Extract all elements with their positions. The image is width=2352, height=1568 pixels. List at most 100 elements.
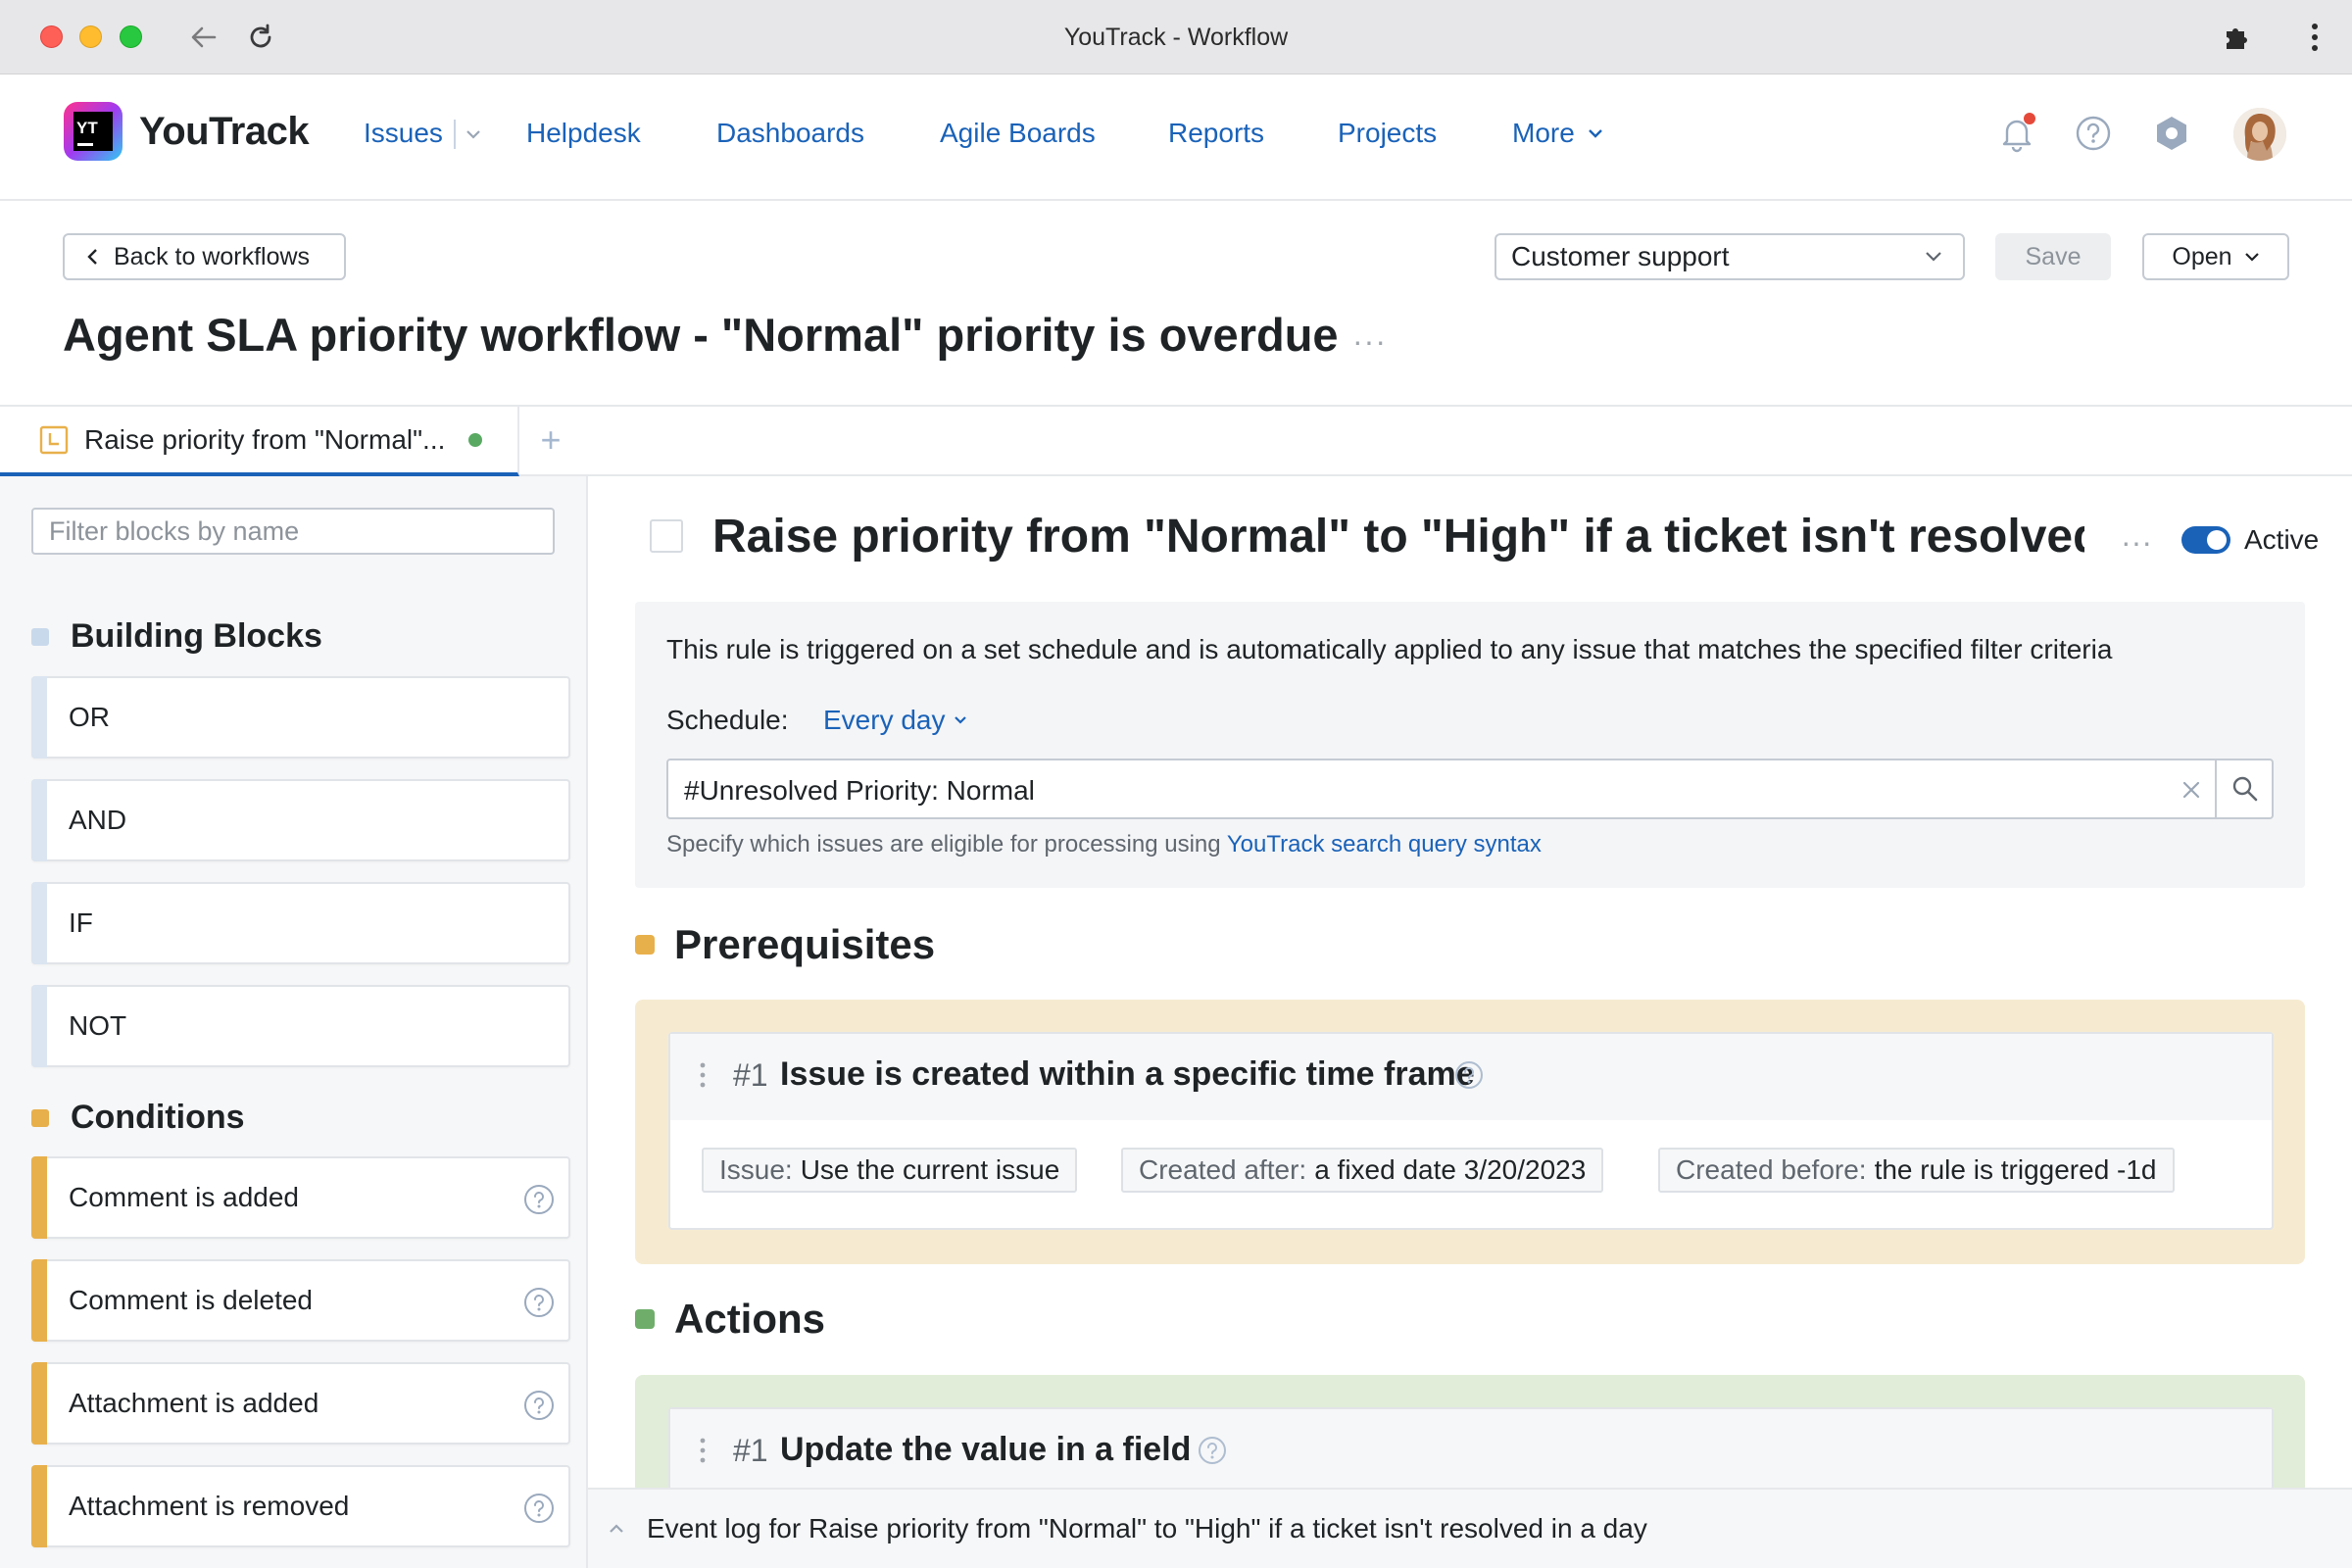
trigger-description: This rule is triggered on a set schedule…: [666, 634, 2113, 664]
building-blocks-marker: [31, 627, 49, 646]
event-log-label: Event log for Raise priority from "Norma…: [647, 1513, 1647, 1544]
search-query-input[interactable]: #Unresolved Priority: Normal: [666, 759, 2274, 819]
param-key: Created after:: [1139, 1154, 1307, 1185]
nav-helpdesk[interactable]: Helpdesk: [526, 118, 641, 149]
param-created-before[interactable]: Created before: the rule is triggered -1d: [1658, 1148, 2175, 1193]
user-avatar[interactable]: [2233, 108, 2286, 161]
actions-marker: [635, 1309, 655, 1329]
prerequisites-heading: Prerequisites: [635, 921, 935, 968]
block-and[interactable]: AND: [31, 779, 570, 861]
block-label: Comment is deleted: [69, 1285, 314, 1315]
schedule-chevron-down-icon: [954, 716, 966, 724]
save-button[interactable]: Save: [1995, 233, 2111, 280]
svg-text:YT: YT: [76, 119, 98, 137]
block-label: IF: [69, 907, 93, 938]
nav-more[interactable]: More: [1512, 118, 1604, 149]
rule-more-options-icon[interactable]: ···: [2121, 524, 2152, 561]
action-card: #1 Update the value in a field: [668, 1407, 2274, 1497]
drag-handle-icon[interactable]: [700, 1061, 706, 1089]
nav-more-label: More: [1512, 118, 1575, 148]
back-to-workflows-label: Back to workflows: [114, 242, 311, 270]
block-attachment-added[interactable]: Attachment is added: [31, 1362, 570, 1445]
block-label: NOT: [69, 1010, 127, 1041]
nav-dashboards[interactable]: Dashboards: [716, 118, 864, 149]
param-key: Issue:: [719, 1154, 793, 1185]
prerequisites-title: Prerequisites: [674, 921, 936, 967]
query-syntax-link[interactable]: YouTrack search query syntax: [1227, 831, 1542, 858]
block-label: Comment is added: [69, 1182, 300, 1212]
block-comment-deleted[interactable]: Comment is deleted: [31, 1259, 570, 1342]
brand-name[interactable]: YouTrack: [139, 110, 310, 154]
extensions-puzzle-icon[interactable]: [2217, 18, 2256, 57]
issues-chevron-down-icon[interactable]: [465, 127, 482, 145]
building-blocks-heading: Building Blocks: [31, 617, 322, 656]
nav-projects[interactable]: Projects: [1338, 118, 1437, 149]
chevron-left-icon: [87, 249, 97, 265]
active-toggle[interactable]: [2181, 526, 2230, 554]
filter-blocks-input[interactable]: [31, 508, 555, 555]
rule-type-icon: [650, 519, 683, 553]
param-issue[interactable]: Issue: Use the current issue: [702, 1148, 1078, 1193]
actions-heading: Actions: [635, 1296, 825, 1343]
search-button[interactable]: [2215, 760, 2274, 817]
help-circle-icon[interactable]: [523, 1390, 555, 1421]
browser-titlebar: YouTrack - Workflow: [0, 0, 2352, 74]
back-to-workflows-button[interactable]: Back to workflows: [63, 233, 346, 280]
help-icon[interactable]: [2072, 112, 2115, 155]
workflow-more-options-icon[interactable]: ···: [1352, 323, 1387, 360]
workflow-title: Agent SLA priority workflow - "Normal" p…: [63, 309, 1339, 361]
block-comment-added[interactable]: Comment is added: [31, 1156, 570, 1239]
browser-menu-icon[interactable]: [2295, 18, 2334, 57]
help-circle-icon[interactable]: [523, 1287, 555, 1318]
schedule-label: Schedule:: [666, 705, 789, 735]
trigger-settings: This rule is triggered on a set schedule…: [635, 602, 2305, 888]
help-circle-icon[interactable]: [523, 1184, 555, 1215]
prerequisite-title: Issue is created within a specific time …: [780, 1055, 1475, 1093]
conditions-marker: [31, 1108, 49, 1127]
tab-status-dot: [468, 432, 483, 447]
block-attachment-removed[interactable]: Attachment is removed: [31, 1465, 570, 1547]
help-circle-icon[interactable]: [1198, 1436, 1227, 1465]
active-label: Active: [2244, 524, 2320, 555]
rule-title[interactable]: Raise priority from "Normal" to "High" i…: [712, 510, 2084, 564]
building-blocks-title: Building Blocks: [71, 617, 322, 655]
clear-query-icon[interactable]: [2178, 776, 2205, 804]
schedule-dropdown[interactable]: Every day: [823, 705, 967, 736]
project-select[interactable]: Customer support: [1494, 233, 1965, 280]
open-label: Open: [2172, 242, 2232, 270]
drag-handle-icon[interactable]: [700, 1437, 706, 1464]
settings-gear-icon[interactable]: [2150, 112, 2193, 155]
blocks-sidebar: Building Blocks OR AND IF NOT Conditions…: [0, 476, 588, 1568]
prerequisite-card: #1 Issue is created within a specific ti…: [668, 1032, 2274, 1230]
prerequisite-card-header: #1 Issue is created within a specific ti…: [670, 1034, 2272, 1120]
notifications-bell-icon[interactable]: [1995, 112, 2038, 155]
tab-label: Raise priority from "Normal"...: [84, 423, 446, 455]
action-title: Update the value in a field: [780, 1431, 1192, 1468]
param-value: Use the current issue: [800, 1154, 1060, 1185]
youtrack-logo-icon[interactable]: YT: [62, 100, 124, 163]
schedule-value: Every day: [823, 705, 946, 735]
actions-title: Actions: [674, 1296, 826, 1342]
block-if[interactable]: IF: [31, 882, 570, 964]
search-query-value[interactable]: #Unresolved Priority: Normal: [684, 775, 1035, 807]
action-number: #1: [733, 1433, 768, 1468]
nav-issues[interactable]: Issues: [364, 118, 443, 149]
add-tab-button[interactable]: +: [531, 419, 570, 460]
nav-agile-boards[interactable]: Agile Boards: [940, 118, 1096, 149]
nav-reports[interactable]: Reports: [1168, 118, 1264, 149]
more-chevron-down-icon: [1588, 129, 1602, 138]
open-menu-button[interactable]: Open: [2142, 233, 2289, 280]
conditions-title: Conditions: [71, 1099, 245, 1136]
tab-raise-priority[interactable]: Raise priority from "Normal"...: [0, 407, 519, 476]
help-circle-icon[interactable]: [1454, 1060, 1484, 1090]
param-value: a fixed date 3/20/2023: [1314, 1154, 1587, 1185]
conditions-heading: Conditions: [31, 1099, 245, 1137]
block-or[interactable]: OR: [31, 676, 570, 759]
block-not[interactable]: NOT: [31, 985, 570, 1067]
param-created-after[interactable]: Created after: a fixed date 3/20/2023: [1121, 1148, 1604, 1193]
prerequisite-card-body: Issue: Use the current issue Created afte…: [670, 1120, 2272, 1228]
nav-separator: [454, 120, 456, 149]
rule-tabs: Raise priority from "Normal"... +: [0, 405, 2352, 476]
event-log-bar[interactable]: Event log for Raise priority from "Norma…: [588, 1488, 2352, 1568]
help-circle-icon[interactable]: [523, 1493, 555, 1524]
